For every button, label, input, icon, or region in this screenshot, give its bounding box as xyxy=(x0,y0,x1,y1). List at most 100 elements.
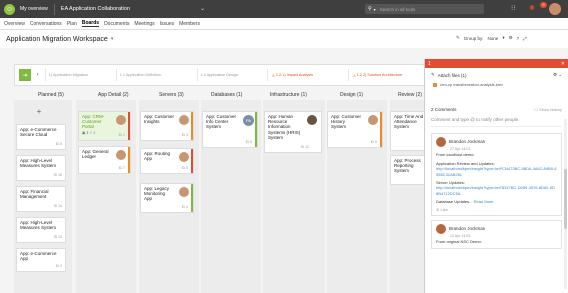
card-title: App: e-Commerce Secure Cloud xyxy=(20,127,57,138)
priority-edge xyxy=(255,112,257,147)
forward-arrow-icon[interactable]: ⇥ xyxy=(19,69,31,81)
search-input[interactable]: ⚲ ▾ Search in all tools xyxy=(365,4,484,14)
edit-icon[interactable]: ✎ xyxy=(456,35,460,41)
nav-conversations[interactable]: Conversations xyxy=(30,21,62,27)
card-title: App: Human Resource Information Systems … xyxy=(268,114,301,140)
like-button[interactable]: ⊘ Like xyxy=(436,207,557,212)
card-customer-insights[interactable]: App: Customer Insights ID 3 xyxy=(140,111,194,141)
card-time-attendance-system[interactable]: App: Time And Attendance System xyxy=(390,111,428,151)
expand-icon[interactable]: ⤢ xyxy=(523,36,527,41)
help-icon[interactable]: ? xyxy=(517,36,520,41)
my-overview-link[interactable]: My overview xyxy=(20,6,48,12)
card-title: App: Routing App xyxy=(144,151,171,162)
card-title: App: Legacy Monitoring App xyxy=(144,186,170,202)
comment-link[interactable]: http://localhost/kpm/insight?type=imF834… xyxy=(436,185,557,196)
card-title: App: Customer Insights xyxy=(144,114,175,125)
avatar xyxy=(179,115,189,125)
column-header-app-detail: App Detail (2) xyxy=(98,92,129,98)
card-id: ID 6 xyxy=(245,139,252,144)
avatar xyxy=(307,115,317,125)
nav-meetings[interactable]: Meetings xyxy=(134,21,154,27)
card-legacy-monitoring-app[interactable]: App: Legacy Monitoring App ID 4 xyxy=(140,183,194,213)
card-high-level-measures-2[interactable]: App: High-Level Measures System ID 13 xyxy=(16,217,66,243)
card-title: App: Customer Info Center System xyxy=(206,114,237,130)
card-id: ID 1 xyxy=(118,132,125,137)
stage-impact-analysis[interactable]: ⚠ 1.2.1) Impact Analysis xyxy=(267,69,348,81)
priority-edge xyxy=(380,112,382,147)
priority-edge xyxy=(128,147,130,173)
chevron-down-icon[interactable]: ▾ xyxy=(111,36,114,42)
card-financial-management[interactable]: App: Financial Management ID 14 xyxy=(16,186,66,212)
user-avatar[interactable] xyxy=(549,3,561,15)
stage-application-migration[interactable]: 1) Application Migration xyxy=(44,69,116,81)
nav-documents[interactable]: Documents xyxy=(104,21,129,27)
nav-boards[interactable]: Boards xyxy=(81,20,100,27)
add-card-button[interactable]: + xyxy=(14,107,64,116)
nav-overview[interactable]: Overview xyxy=(4,21,25,27)
card-title: App: e-Commerce App xyxy=(20,251,57,262)
card-title: App: Financial Management xyxy=(20,189,49,200)
fire-icon[interactable]: ✺ xyxy=(529,4,535,12)
avatar xyxy=(436,224,446,235)
priority-edge xyxy=(191,112,193,140)
comment-2: Brandon Jockman 12 Apr 14:53 From origin… xyxy=(431,220,562,249)
stage-application-design[interactable]: 1.2 Application Design xyxy=(196,69,268,81)
nav-issues[interactable]: Issues xyxy=(160,21,174,27)
file-name[interactable]: crm-cp transformation-analysis.kmv xyxy=(440,82,503,87)
nav-members[interactable]: Members xyxy=(179,21,200,27)
priority-edge xyxy=(191,149,193,173)
comment-author[interactable]: Brandon Jockman xyxy=(449,139,485,144)
comment-input[interactable]: Comment and type @ to notify other peopl… xyxy=(431,117,562,127)
card-id: ID 5 xyxy=(181,165,188,170)
attach-files-label[interactable]: Attach files (1) xyxy=(438,73,467,78)
gear-icon[interactable]: ⚙ ⌄ xyxy=(553,72,562,78)
chevron-down-icon[interactable]: ▾ xyxy=(502,35,504,41)
card-customer-info-center[interactable]: App: Customer Info Center System PA ID 6 xyxy=(202,111,258,148)
card-title: App: Process Reporting System xyxy=(394,158,421,174)
gear-icon[interactable]: ⚙ xyxy=(509,35,513,41)
read-more-link[interactable]: Read More xyxy=(474,199,494,204)
avatar xyxy=(179,152,189,162)
attached-file[interactable]: crm-cp transformation-analysis.kmv xyxy=(425,82,568,87)
comment-link[interactable]: http://localhost/kpm/insight?type=imPCN4… xyxy=(436,166,557,177)
attach-files-row[interactable]: ✎ Attach files (1) ⚙ ⌄ xyxy=(425,68,568,82)
close-icon[interactable]: ✕ xyxy=(561,61,565,67)
card-general-ledger[interactable]: App: General Ledger ID 7 xyxy=(78,146,131,174)
card-routing-app[interactable]: App: Routing App ID 5 xyxy=(140,148,194,174)
stage-solution-architecture[interactable]: ⚠ 1.2.2) Solution Architecture xyxy=(348,69,427,81)
board-title[interactable]: Application Migration Workspace xyxy=(6,36,108,43)
file-icon xyxy=(433,82,437,87)
group-by-select[interactable]: None xyxy=(488,36,499,41)
comment-line-text: Database Updates... xyxy=(436,199,473,205)
back-arrow-icon[interactable]: ‹ xyxy=(37,72,39,78)
chevron-down-icon[interactable]: ▾ xyxy=(374,7,376,12)
chevron-down-icon[interactable]: ⌄ xyxy=(200,5,205,12)
card-customer-history-system[interactable]: App: Customer History System ID 6 xyxy=(327,111,383,148)
card-ecommerce-app[interactable]: App: e-Commerce App ID 2 xyxy=(16,248,66,272)
group-by-label: Group by: xyxy=(463,35,484,41)
apps-grid-icon[interactable]: ⁝⁝ xyxy=(511,4,515,12)
workspace-name[interactable]: EA Application Collaboration xyxy=(61,6,130,12)
panel-scrollbar-thumb[interactable] xyxy=(564,169,567,229)
card-ecommerce-secure-cloud[interactable]: App: e-Commerce Secure Cloud ID 8 xyxy=(16,124,66,150)
card-id: ID 15 xyxy=(53,172,62,177)
stage-impact-analysis-label: 1.2.1) Impact Analysis xyxy=(275,73,314,77)
search-placeholder: Search in all tools xyxy=(379,6,416,12)
card-id: ID 4 xyxy=(181,204,188,209)
tool-nav: Overview Conversations Plan Boards Docum… xyxy=(0,18,568,30)
comment-author[interactable]: Brandon Jockman xyxy=(449,226,485,231)
stage-application-definition[interactable]: 1.1 Application Definition xyxy=(115,69,197,81)
card-crm-customer-portal[interactable]: App: CRM-Customer Portal ▣ 3 ⚐ 1 ID 1 xyxy=(78,111,131,141)
app-logo-icon[interactable]: ☺ xyxy=(4,3,15,15)
comments-header: 2 Comments ☐ Show history xyxy=(425,107,568,112)
comments-count: 2 Comments xyxy=(431,107,457,112)
card-hris-system[interactable]: App: Human Resource Information Systems … xyxy=(264,111,322,153)
card-title: App: High-Level Measures System xyxy=(20,158,57,169)
column-header-servers: Servers (3) xyxy=(159,92,184,98)
card-id: ID 13 xyxy=(53,234,62,239)
priority-edge xyxy=(191,184,193,212)
card-process-reporting-system[interactable]: App: Process Reporting System xyxy=(390,155,428,185)
show-history-toggle[interactable]: ☐ Show history xyxy=(534,107,562,112)
nav-plan[interactable]: Plan xyxy=(67,21,77,27)
card-high-level-measures-1[interactable]: App: High-Level Measures System ID 15 xyxy=(16,155,66,181)
